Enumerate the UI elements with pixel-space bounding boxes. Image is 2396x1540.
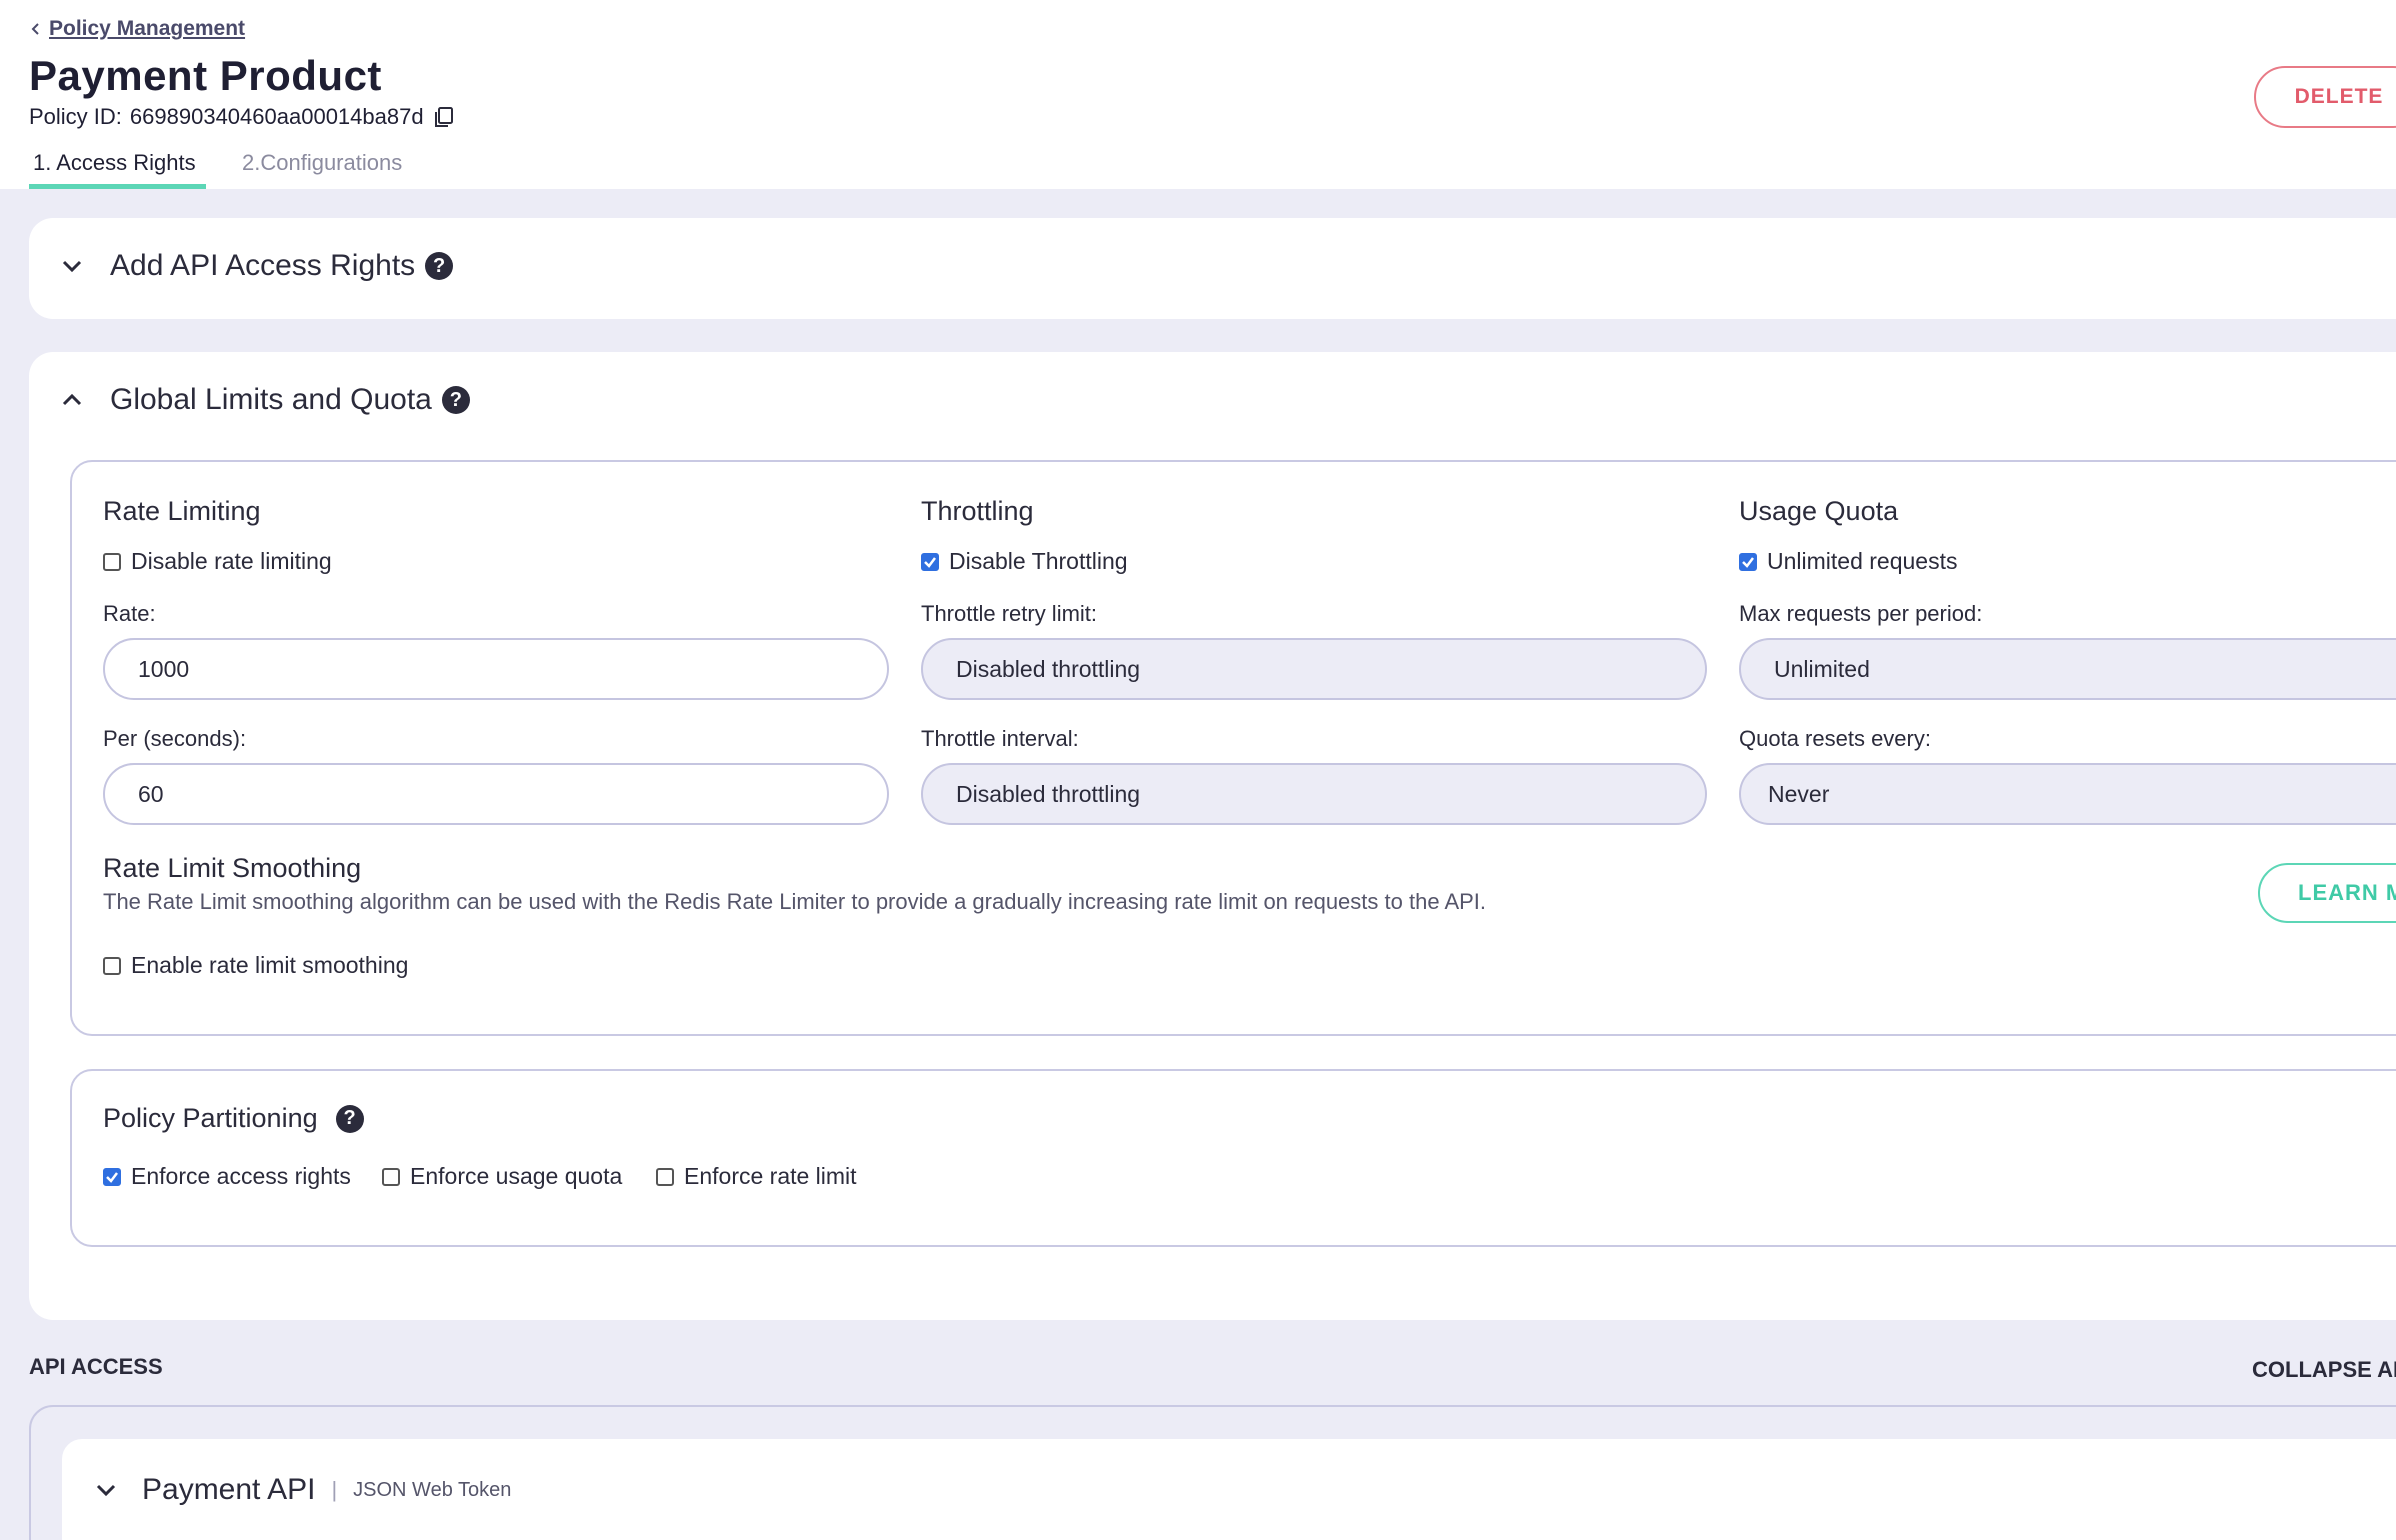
learn-more-button[interactable]: LEARN M <box>2258 863 2396 923</box>
policy-id-label: Policy ID: <box>29 104 122 129</box>
check-icon <box>106 1171 118 1183</box>
copy-icon[interactable] <box>432 105 456 129</box>
enforce-usage-quota-label: Enforce usage quota <box>410 1163 623 1189</box>
enable-smoothing-label: Enable rate limit smoothing <box>131 952 409 978</box>
tab-configurations[interactable]: 2.Configurations <box>238 146 406 189</box>
smoothing-description: The Rate Limit smoothing algorithm can b… <box>103 889 1487 914</box>
unlimited-requests-checkbox[interactable] <box>1739 552 1757 571</box>
chevron-down-icon[interactable] <box>60 254 84 278</box>
enforce-usage-quota-checkbox[interactable] <box>382 1167 400 1186</box>
enforce-access-rights-row[interactable]: Enforce access rights <box>103 1163 351 1190</box>
help-icon[interactable]: ? <box>441 386 470 414</box>
disable-rate-limiting-checkbox[interactable] <box>103 552 121 571</box>
chevron-down-icon[interactable] <box>94 1478 118 1502</box>
page-title: Payment Product <box>29 52 382 99</box>
partitioning-box <box>70 1069 2396 1247</box>
collapse-all-button[interactable]: COLLAPSE AL <box>2252 1357 2396 1383</box>
policy-id: Policy ID: 669890340460aa00014ba87d <box>29 104 456 130</box>
per-seconds-input[interactable]: 60 <box>103 763 889 825</box>
breadcrumb-link[interactable]: Policy Management <box>29 17 245 41</box>
throttle-retry-label: Throttle retry limit: <box>921 601 1098 626</box>
chevron-up-icon[interactable] <box>60 388 84 412</box>
unlimited-requests-row[interactable]: Unlimited requests <box>1739 548 1957 575</box>
tab-bar: 1. Access Rights 2.Configurations <box>29 146 406 189</box>
enforce-access-rights-checkbox[interactable] <box>103 1167 121 1186</box>
enforce-usage-quota-row[interactable]: Enforce usage quota <box>382 1163 622 1190</box>
chevron-left-icon <box>31 23 39 35</box>
max-requests-label: Max requests per period: <box>1739 601 1983 626</box>
policy-id-value: 669890340460aa00014ba87d <box>129 104 424 129</box>
api-auth-type: JSON Web Token <box>353 1478 512 1501</box>
usage-quota-title: Usage Quota <box>1739 496 1899 526</box>
disable-throttling-checkbox[interactable] <box>921 552 939 571</box>
api-card-header[interactable]: Payment API | JSON Web Token <box>94 1473 511 1507</box>
per-seconds-label: Per (seconds): <box>103 726 247 751</box>
disable-rate-limiting-row[interactable]: Disable rate limiting <box>103 548 332 575</box>
rate-label: Rate: <box>103 601 156 626</box>
help-icon[interactable]: ? <box>425 252 454 280</box>
enable-smoothing-row[interactable]: Enable rate limit smoothing <box>103 952 408 979</box>
enforce-rate-limit-label: Enforce rate limit <box>684 1163 857 1189</box>
enforce-access-rights-label: Enforce access rights <box>131 1163 351 1189</box>
enforce-rate-limit-row[interactable]: Enforce rate limit <box>656 1163 857 1190</box>
check-icon <box>1742 556 1754 568</box>
disable-rate-limiting-label: Disable rate limiting <box>131 548 332 574</box>
quota-resets-label: Quota resets every: <box>1739 726 1931 751</box>
help-icon[interactable]: ? <box>335 1104 364 1133</box>
max-requests-input[interactable]: Unlimited <box>1739 638 2396 700</box>
enable-smoothing-checkbox[interactable] <box>103 956 121 975</box>
global-limits-title: Global Limits and Quota <box>110 383 432 416</box>
unlimited-requests-label: Unlimited requests <box>1767 548 1958 574</box>
limits-box <box>70 460 2396 1036</box>
check-icon <box>924 556 936 568</box>
page-header: Policy Management Payment Product Policy… <box>0 0 2396 189</box>
delete-button[interactable]: DELETE <box>2254 66 2396 128</box>
throttle-interval-input[interactable]: Disabled throttling <box>921 763 1707 825</box>
api-name: Payment API <box>142 1473 316 1506</box>
throttling-title: Throttling <box>921 496 1034 526</box>
api-access-label: API ACCESS <box>29 1354 163 1379</box>
rate-limiting-title: Rate Limiting <box>103 496 261 526</box>
partitioning-title: Policy Partitioning <box>103 1103 318 1133</box>
throttle-retry-input[interactable]: Disabled throttling <box>921 638 1707 700</box>
disable-throttling-row[interactable]: Disable Throttling <box>921 548 1128 575</box>
throttle-interval-label: Throttle interval: <box>921 726 1079 751</box>
smoothing-title: Rate Limit Smoothing <box>103 853 362 883</box>
separator: | <box>331 1477 338 1502</box>
quota-resets-select[interactable]: Never <box>1739 763 2396 825</box>
add-access-title: Add API Access Rights <box>110 249 416 282</box>
enforce-rate-limit-checkbox[interactable] <box>656 1167 674 1186</box>
disable-throttling-label: Disable Throttling <box>949 548 1128 574</box>
rate-input[interactable]: 1000 <box>103 638 889 700</box>
add-access-header[interactable]: Add API Access Rights ? <box>60 249 454 283</box>
tab-access-rights[interactable]: 1. Access Rights <box>29 146 206 189</box>
global-limits-header[interactable]: Global Limits and Quota ? <box>60 383 470 417</box>
breadcrumb-label: Policy Management <box>49 17 246 40</box>
partitioning-header: Policy Partitioning ? <box>103 1103 364 1134</box>
